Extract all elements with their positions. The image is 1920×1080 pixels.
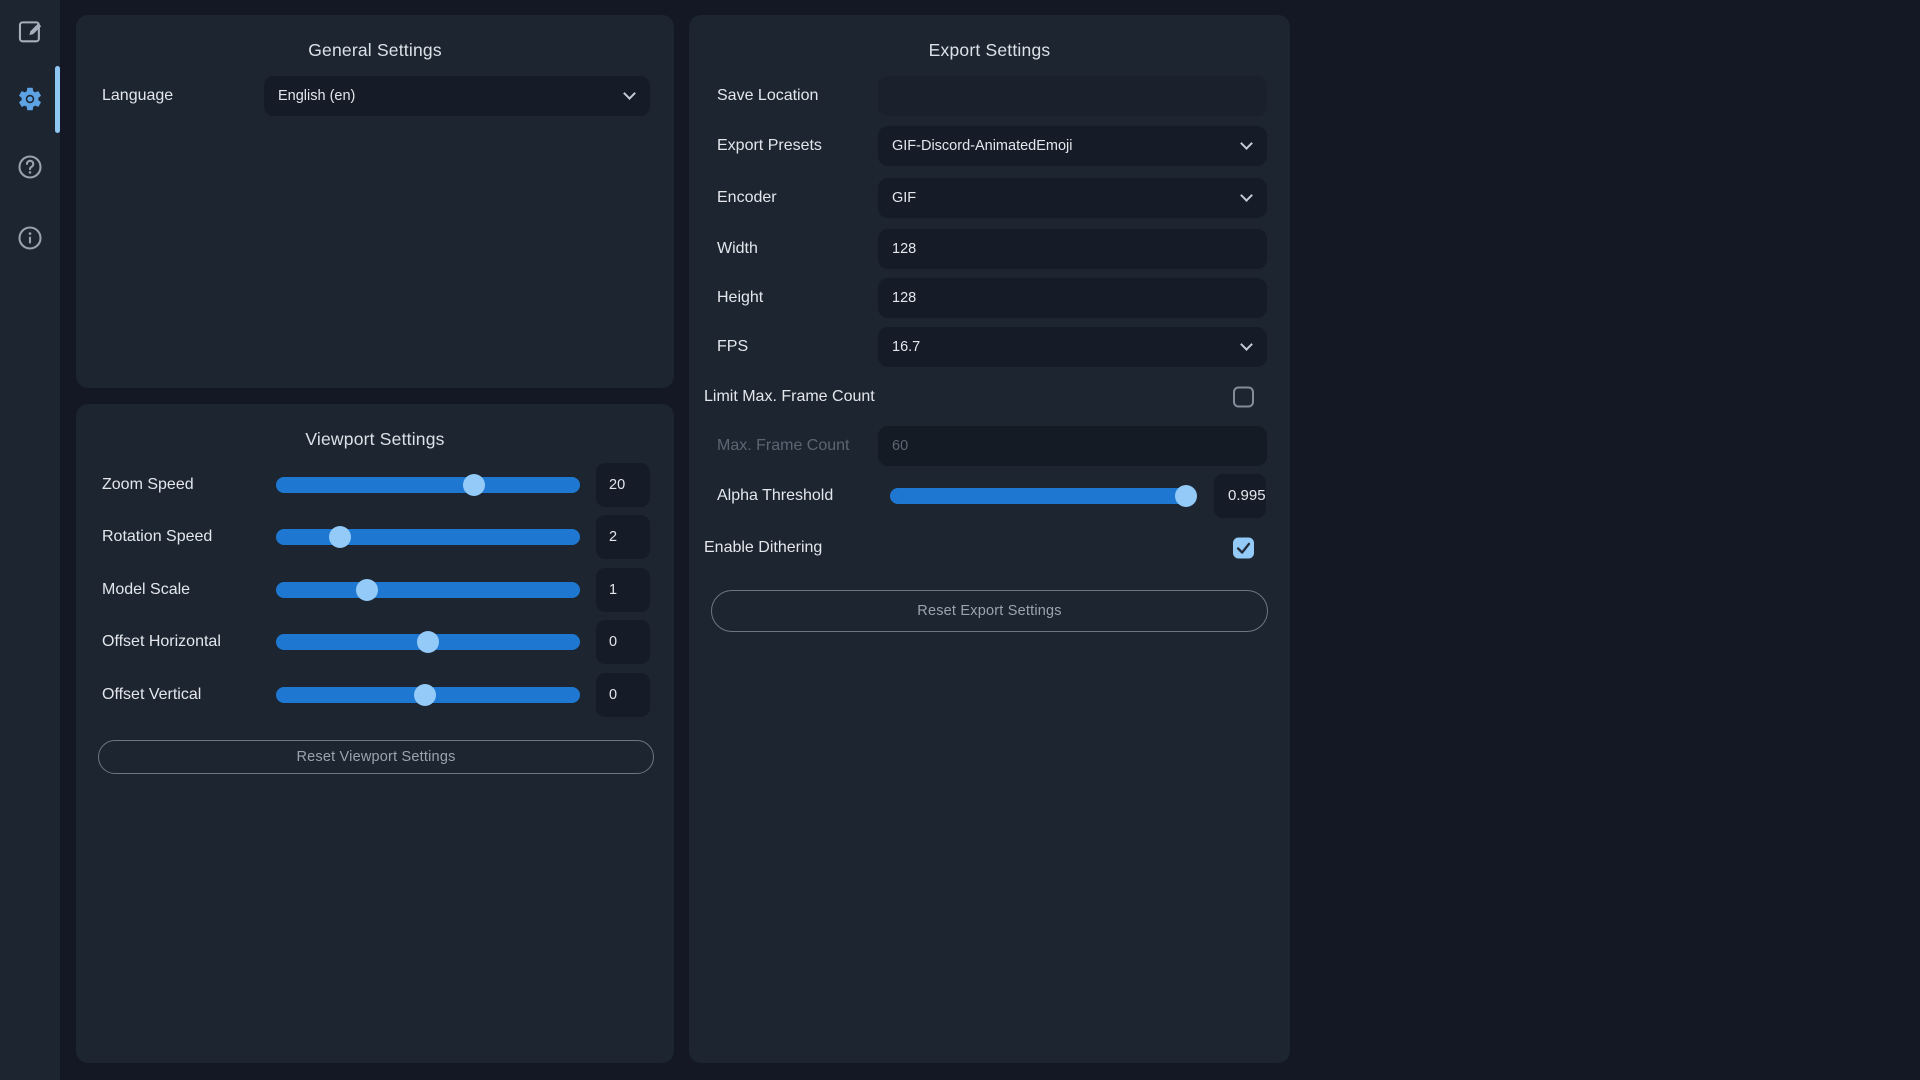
encoder-value: GIF (892, 190, 916, 206)
export-presets-value: GIF-Discord-AnimatedEmoji (892, 138, 1073, 154)
viewport-settings-title: Viewport Settings (76, 429, 674, 450)
save-location-row: Save Location (717, 76, 1267, 116)
enable-dithering-row: Enable Dithering (717, 536, 1267, 560)
model-scale-slider-thumb[interactable] (356, 579, 378, 601)
alpha-threshold-row: Alpha Threshold 0.995 (717, 474, 1267, 518)
export-settings-panel: Export Settings Save Location Export Pre… (689, 15, 1290, 1063)
fps-row: FPS 16.7 (717, 327, 1267, 367)
zoom-speed-slider[interactable] (276, 477, 580, 493)
language-label: Language (102, 87, 173, 105)
chevron-down-icon (1240, 338, 1253, 351)
offset-horizontal-slider-thumb[interactable] (417, 631, 439, 653)
offset-vertical-row: Offset Vertical 0 (102, 673, 650, 717)
model-scale-label: Model Scale (102, 581, 190, 599)
info-icon (16, 239, 44, 256)
reset-viewport-settings-button[interactable]: Reset Viewport Settings (98, 740, 654, 774)
offset-horizontal-label: Offset Horizontal (102, 633, 221, 651)
language-select[interactable]: English (en) (264, 76, 650, 116)
alpha-threshold-value[interactable]: 0.995 (1214, 474, 1266, 518)
max-frame-count-row: Max. Frame Count (717, 426, 1267, 466)
offset-vertical-value[interactable]: 0 (596, 673, 650, 717)
general-settings-panel: General Settings Language English (en) (76, 15, 674, 388)
export-presets-select[interactable]: GIF-Discord-AnimatedEmoji (878, 126, 1267, 166)
fps-value: 16.7 (892, 339, 920, 355)
fps-label: FPS (717, 338, 748, 356)
rotation-speed-slider-thumb[interactable] (329, 526, 351, 548)
fps-select[interactable]: 16.7 (878, 327, 1267, 367)
offset-horizontal-row: Offset Horizontal 0 (102, 620, 650, 664)
enable-dithering-label: Enable Dithering (704, 539, 822, 557)
rotation-speed-value[interactable]: 2 (596, 515, 650, 559)
rotation-speed-row: Rotation Speed 2 (102, 515, 650, 559)
rotation-speed-label: Rotation Speed (102, 528, 212, 546)
height-input[interactable] (878, 278, 1267, 318)
alpha-threshold-label: Alpha Threshold (717, 487, 833, 505)
edit-square-icon (16, 32, 44, 49)
limit-max-frame-count-label: Limit Max. Frame Count (704, 388, 875, 406)
offset-vertical-slider-thumb[interactable] (414, 684, 436, 706)
model-scale-row: Model Scale 1 (102, 568, 650, 612)
export-presets-row: Export Presets GIF-Discord-AnimatedEmoji (717, 126, 1267, 166)
general-settings-title: General Settings (76, 40, 674, 61)
encoder-select[interactable]: GIF (878, 178, 1267, 218)
zoom-speed-row: Zoom Speed 20 (102, 463, 650, 507)
settings-button[interactable] (16, 85, 44, 113)
rotation-speed-slider[interactable] (276, 529, 580, 545)
help-icon (16, 168, 44, 185)
language-value: English (en) (278, 88, 355, 104)
width-row: Width (717, 229, 1267, 269)
offset-horizontal-slider[interactable] (276, 634, 580, 650)
height-label: Height (717, 289, 763, 307)
viewport-settings-panel: Viewport Settings Zoom Speed 20 Rotation… (76, 404, 674, 1063)
enable-dithering-checkbox[interactable] (1233, 538, 1254, 559)
chevron-down-icon (1240, 137, 1253, 150)
encoder-row: Encoder GIF (717, 178, 1267, 218)
edit-button[interactable] (16, 17, 44, 45)
reset-export-settings-button[interactable]: Reset Export Settings (711, 590, 1268, 632)
alpha-threshold-slider[interactable] (890, 488, 1195, 504)
limit-max-frame-count-checkbox[interactable] (1233, 387, 1254, 408)
encoder-label: Encoder (717, 189, 777, 207)
sidebar (0, 0, 60, 1080)
active-tab-indicator (55, 66, 60, 133)
offset-horizontal-value[interactable]: 0 (596, 620, 650, 664)
save-location-input[interactable] (878, 76, 1267, 116)
help-button[interactable] (16, 153, 44, 181)
width-input[interactable] (878, 229, 1267, 269)
export-presets-label: Export Presets (717, 137, 822, 155)
info-button[interactable] (16, 224, 44, 252)
height-row: Height (717, 278, 1267, 318)
gear-icon (16, 100, 44, 117)
zoom-speed-value[interactable]: 20 (596, 463, 650, 507)
offset-vertical-label: Offset Vertical (102, 686, 201, 704)
model-scale-slider[interactable] (276, 582, 580, 598)
save-location-label: Save Location (717, 87, 818, 105)
zoom-speed-label: Zoom Speed (102, 476, 194, 494)
width-label: Width (717, 240, 758, 258)
export-settings-title: Export Settings (689, 40, 1290, 61)
alpha-threshold-slider-thumb[interactable] (1175, 485, 1197, 507)
zoom-speed-slider-thumb[interactable] (463, 474, 485, 496)
chevron-down-icon (1240, 189, 1253, 202)
model-scale-value[interactable]: 1 (596, 568, 650, 612)
chevron-down-icon (623, 87, 636, 100)
max-frame-count-label: Max. Frame Count (717, 437, 849, 455)
offset-vertical-slider[interactable] (276, 687, 580, 703)
limit-max-frame-count-row: Limit Max. Frame Count (717, 385, 1267, 409)
max-frame-count-input (878, 426, 1267, 466)
